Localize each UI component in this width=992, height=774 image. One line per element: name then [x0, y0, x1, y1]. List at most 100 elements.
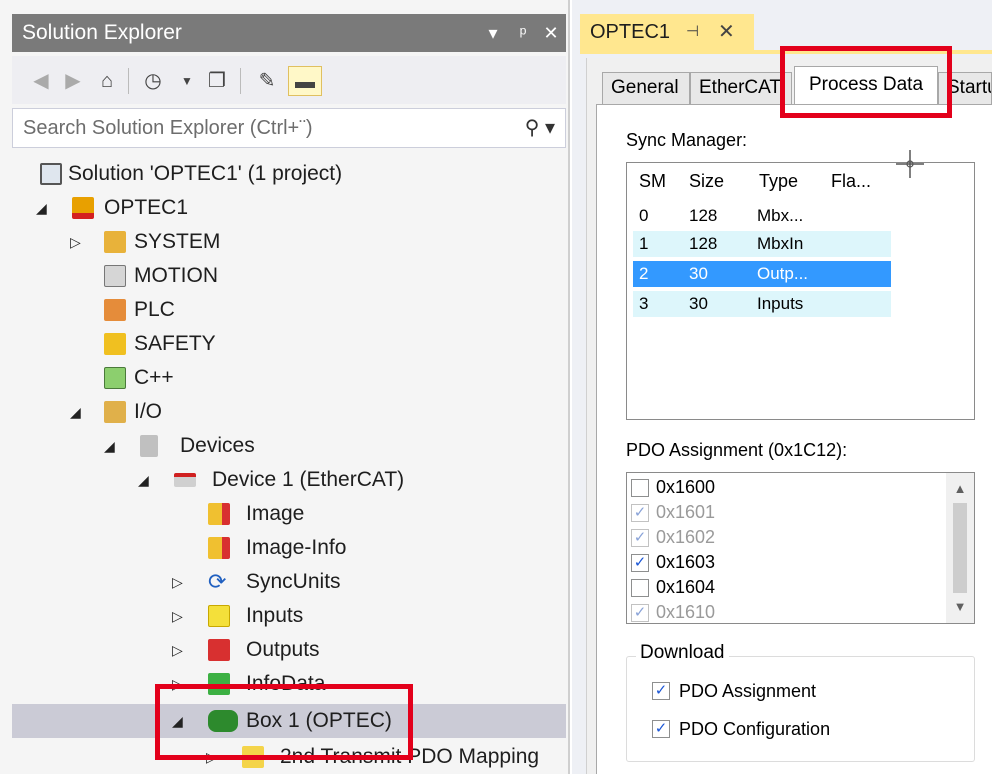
tree-item-system[interactable]: ▷ SYSTEM: [12, 225, 566, 259]
tab-general[interactable]: General: [602, 72, 690, 104]
checkbox[interactable]: ✓: [631, 604, 649, 622]
motion-icon: [104, 265, 126, 287]
table-row[interactable]: 2 30 Outp...: [633, 261, 891, 287]
tree-item-devices[interactable]: ◢ Devices: [12, 429, 566, 463]
download-group-label: Download: [636, 642, 729, 664]
document-tab-optec1[interactable]: OPTEC1 ⊣ ✕: [580, 14, 754, 50]
solution-explorer-title: Solution Explorer: [22, 21, 182, 44]
properties-icon[interactable]: ✎: [252, 66, 282, 96]
toolbar-separator: [240, 68, 241, 94]
collapse-arrow-icon[interactable]: ◢: [138, 463, 156, 497]
tree-item-inputs[interactable]: ▷ Inputs: [12, 599, 566, 633]
solution-explorer-title-bar: Solution Explorer ▾ ᵖ ✕: [12, 14, 566, 52]
pdo-list-scrollbar[interactable]: ▲ ▼: [946, 473, 974, 623]
tab-ethercat[interactable]: EtherCAT: [690, 72, 792, 104]
tree-item-optec1[interactable]: ◢ OPTEC1: [12, 191, 566, 225]
expand-arrow-icon[interactable]: ▷: [172, 633, 190, 667]
collapse-arrow-icon[interactable]: ◢: [36, 191, 54, 225]
sync-manager-grid: SM Size Type Fla... 0 128 Mbx... 1 128 M…: [626, 162, 975, 420]
tree-item-solution[interactable]: Solution 'OPTEC1' (1 project): [12, 157, 566, 191]
back-icon[interactable]: ◀: [26, 66, 56, 96]
checkbox[interactable]: ✓: [631, 504, 649, 522]
solution-tree: Solution 'OPTEC1' (1 project) ◢ OPTEC1 ▷…: [12, 152, 566, 774]
pin-icon[interactable]: ᵖ: [508, 14, 538, 52]
system-icon: [104, 231, 126, 253]
table-row[interactable]: 0 128 Mbx...: [633, 203, 891, 229]
checkbox[interactable]: ✓: [652, 682, 670, 700]
expand-arrow-icon[interactable]: ▷: [206, 740, 224, 774]
document-tab-band: [580, 50, 992, 54]
checkbox[interactable]: ✓: [631, 554, 649, 572]
solution-explorer-toolbar: ◀ ▶ ⌂ ◷ ▼ ❐ ✎ ▬: [12, 56, 566, 104]
checkbox[interactable]: ✓: [652, 720, 670, 738]
safety-icon: [104, 333, 126, 355]
folder-icon: [242, 746, 264, 768]
tree-item-cpp[interactable]: C++: [12, 361, 566, 395]
tree-item-device1[interactable]: ◢ Device 1 (EtherCAT): [12, 463, 566, 497]
toolbar-separator: [128, 68, 129, 94]
io-icon: [104, 401, 126, 423]
column-header-flags[interactable]: Fla...: [831, 171, 871, 199]
column-header-sm[interactable]: SM: [639, 171, 666, 199]
expand-arrow-icon[interactable]: ▷: [172, 667, 190, 701]
outputs-icon: [208, 639, 230, 661]
dropdown-icon[interactable]: ▾: [478, 14, 508, 52]
column-header-type[interactable]: Type: [759, 171, 798, 199]
pdo-assignment-label: PDO Assignment (0x1C12):: [626, 440, 848, 460]
preview-icon[interactable]: ▬: [288, 66, 322, 96]
checkbox[interactable]: ✓: [631, 529, 649, 547]
scroll-down-icon[interactable]: ▼: [946, 595, 974, 619]
tree-item-2nd-transmit-pdo[interactable]: ▷ 2nd Transmit PDO Mapping: [12, 740, 566, 774]
tree-item-infodata[interactable]: ▷ InfoData: [12, 667, 566, 701]
tab-process-data[interactable]: Process Data: [794, 66, 938, 106]
download-group: [626, 656, 975, 762]
expand-arrow-icon[interactable]: ▷: [172, 565, 190, 599]
tree-item-syncunits[interactable]: ▷ ⟳ SyncUnits: [12, 565, 566, 599]
search-icon[interactable]: ⚲ ▾: [525, 109, 555, 147]
pin-icon[interactable]: ⊣: [686, 14, 699, 50]
tree-item-image-info[interactable]: Image-Info: [12, 531, 566, 565]
tree-item-plc[interactable]: PLC: [12, 293, 566, 327]
tree-item-safety[interactable]: SAFETY: [12, 327, 566, 361]
collapse-all-icon[interactable]: ❐: [202, 66, 232, 96]
pdo-assignment-list: 0x1600 ✓ 0x1601 ✓ 0x1602 ✓ 0x1603 0x1604…: [626, 472, 975, 624]
close-icon[interactable]: ✕: [718, 14, 735, 50]
history-icon[interactable]: ◷: [138, 66, 168, 96]
box-icon: [208, 710, 238, 732]
forward-icon[interactable]: ▶: [58, 66, 88, 96]
tab-startup[interactable]: Startup: [938, 72, 992, 104]
table-row[interactable]: 3 30 Inputs: [633, 291, 891, 317]
search-input[interactable]: Search Solution Explorer (Ctrl+¨) ⚲ ▾: [12, 108, 566, 148]
tree-item-io[interactable]: ◢ I/O: [12, 395, 566, 429]
project-icon: [72, 197, 94, 219]
scrollbar-thumb[interactable]: [953, 503, 967, 593]
search-placeholder: Search Solution Explorer (Ctrl+¨): [23, 117, 313, 139]
checkbox[interactable]: [631, 579, 649, 597]
devices-icon: [140, 435, 158, 457]
solution-explorer-panel: Solution Explorer ▾ ᵖ ✕ ◀ ▶ ⌂ ◷ ▼ ❐ ✎ ▬ …: [0, 0, 570, 774]
plc-icon: [104, 299, 126, 321]
expand-arrow-icon[interactable]: ▷: [70, 225, 88, 259]
ethercat-device-icon: [174, 473, 196, 487]
image-icon: [208, 503, 230, 525]
tree-item-outputs[interactable]: ▷ Outputs: [12, 633, 566, 667]
close-icon[interactable]: ✕: [536, 14, 566, 52]
sync-manager-label: Sync Manager:: [626, 130, 748, 150]
tree-item-motion[interactable]: MOTION: [12, 259, 566, 293]
syncunits-icon: ⟳: [208, 569, 227, 594]
collapse-arrow-icon[interactable]: ◢: [172, 704, 190, 738]
checkbox[interactable]: [631, 479, 649, 497]
chevron-down-icon[interactable]: ▼: [172, 66, 202, 96]
column-header-size[interactable]: Size: [689, 171, 724, 199]
tree-item-image[interactable]: Image: [12, 497, 566, 531]
document-tab-title: OPTEC1: [590, 21, 671, 43]
cpp-icon: [104, 367, 126, 389]
scroll-up-icon[interactable]: ▲: [946, 477, 974, 501]
collapse-arrow-icon[interactable]: ◢: [70, 395, 88, 429]
home-icon[interactable]: ⌂: [92, 66, 122, 96]
infodata-icon: [208, 673, 230, 695]
tree-item-box1[interactable]: ◢ Box 1 (OPTEC): [12, 704, 566, 738]
collapse-arrow-icon[interactable]: ◢: [104, 429, 122, 463]
expand-arrow-icon[interactable]: ▷: [172, 599, 190, 633]
table-row[interactable]: 1 128 MbxIn: [633, 231, 891, 257]
